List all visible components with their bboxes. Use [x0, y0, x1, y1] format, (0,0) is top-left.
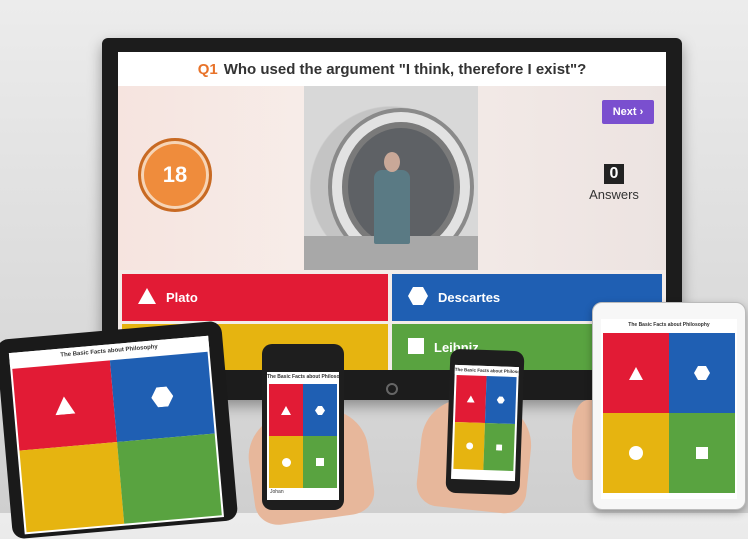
hexagon-icon: [496, 396, 505, 404]
left-tablet-answer-grid: [12, 351, 222, 533]
answer-option-plato[interactable]: Plato: [122, 274, 388, 321]
photo-person-body: [374, 170, 410, 244]
answer-tile-yellow[interactable]: [603, 413, 669, 493]
tv-power-indicator: [386, 383, 398, 395]
answer-tile-yellow[interactable]: [269, 436, 303, 488]
triangle-icon: [281, 405, 291, 415]
answers-count: 0: [603, 164, 625, 184]
answer-tile-blue[interactable]: [109, 351, 215, 443]
circle-icon: [465, 442, 473, 450]
question-number: Q1: [197, 60, 218, 78]
square-icon: [496, 443, 503, 451]
square-icon: [696, 447, 708, 459]
phone-1-title: The Basic Facts about Philoso...: [267, 372, 339, 382]
answer-tile-green[interactable]: [303, 436, 337, 488]
answer-tile-green[interactable]: [669, 413, 735, 493]
right-tablet: The Basic Facts about Philosophy: [592, 302, 746, 510]
timer-value: 18: [162, 162, 188, 187]
phone-1-screen: The Basic Facts about Philoso... Johan: [267, 372, 339, 500]
answer-tile-blue[interactable]: [669, 333, 735, 413]
phone-1: The Basic Facts about Philoso... Johan: [262, 344, 344, 510]
phone-2-screen: The Basic Facts about Philoso...: [450, 364, 519, 482]
question-bar: Q1 Who used the argument "I think, there…: [118, 52, 666, 86]
phone-2: The Basic Facts about Philoso...: [445, 348, 525, 496]
hexagon-icon: [151, 386, 174, 408]
square-icon: [316, 458, 324, 466]
hexagon-icon: [408, 287, 428, 308]
answer-tile-yellow[interactable]: [19, 442, 125, 533]
photo-person-head: [384, 152, 400, 172]
answer-label: Descartes: [438, 290, 501, 305]
phone-2-answer-grid: [453, 374, 517, 472]
triangle-icon: [138, 288, 156, 307]
left-tablet: The Basic Facts about Philosophy: [0, 320, 239, 539]
question-image: [304, 86, 478, 270]
countdown-timer: 18: [138, 138, 212, 212]
answer-tile-red[interactable]: [603, 333, 669, 413]
answer-tile-green[interactable]: [117, 433, 222, 524]
triangle-icon: [629, 366, 643, 380]
circle-icon: [629, 446, 643, 460]
answer-tile-red[interactable]: [269, 384, 303, 436]
question-media-area: 18 Next › 0 Answers: [118, 86, 666, 270]
hexagon-icon: [694, 366, 710, 380]
answer-tile-red[interactable]: [454, 374, 487, 423]
triangle-icon: [55, 396, 76, 416]
answer-label: Plato: [166, 290, 198, 305]
answers-counter: 0 Answers: [574, 164, 654, 202]
left-tablet-screen: The Basic Facts about Philosophy: [8, 335, 224, 535]
next-button[interactable]: Next ›: [602, 100, 654, 124]
right-tablet-answer-grid: [603, 333, 735, 493]
answer-tile-green[interactable]: [483, 422, 515, 472]
answer-tile-yellow[interactable]: [453, 421, 485, 470]
question-text: Who used the argument "I think, therefor…: [223, 60, 587, 78]
answer-tile-blue[interactable]: [303, 384, 337, 436]
triangle-icon: [466, 395, 475, 403]
answer-tile-blue[interactable]: [484, 376, 517, 425]
hexagon-icon: [315, 405, 325, 415]
square-icon: [408, 338, 424, 357]
right-tablet-screen: The Basic Facts about Philosophy: [601, 319, 737, 499]
circle-icon: [281, 457, 291, 467]
answer-tile-red[interactable]: [12, 360, 118, 451]
phone-1-answer-grid: [269, 384, 337, 488]
phone-1-username: Johan: [270, 489, 284, 495]
answers-label: Answers: [589, 187, 639, 202]
right-tablet-title: The Basic Facts about Philosophy: [601, 319, 737, 331]
